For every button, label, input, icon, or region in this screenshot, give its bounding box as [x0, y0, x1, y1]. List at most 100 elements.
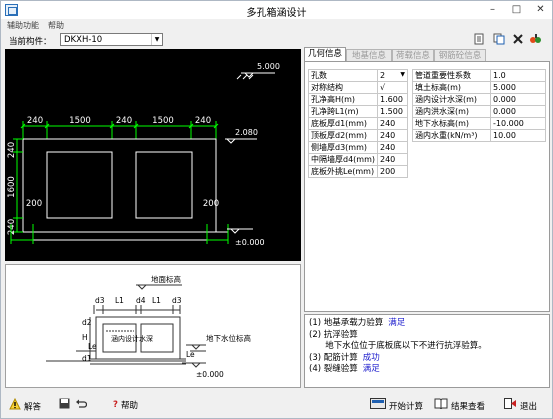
- geo-param-name: 侧墙厚d3(mm): [308, 141, 378, 154]
- geo-param-value-text: 240: [380, 143, 396, 152]
- exit-label: 退出: [520, 402, 538, 412]
- dim-label-d3-left: d3: [95, 296, 105, 305]
- ground-level-label: 地面标高: [151, 274, 181, 284]
- new-file-icon[interactable]: [472, 33, 486, 46]
- dim-label-d4: d4: [136, 296, 146, 305]
- dim-left-2: 240: [7, 219, 17, 235]
- result-line: (2) 抗浮验算: [309, 330, 545, 342]
- calc-results: (1) 地基承载力验算 满足 (2) 抗浮验算 地下水位位于底板底以下不进行抗浮验算…: [304, 314, 550, 388]
- menu-help[interactable]: 帮助: [48, 20, 64, 31]
- answer-button[interactable]: 解答: [9, 397, 41, 413]
- result-text: (4) 裂缝验算: [309, 364, 358, 374]
- box-cell-right: [135, 151, 193, 219]
- save-icon: [59, 398, 70, 415]
- dim-label-d2: d2: [82, 318, 92, 327]
- chevron-down-icon: ▼: [151, 34, 162, 45]
- dim-bottom-0: 200: [26, 199, 42, 209]
- other-param-value[interactable]: 10.00: [490, 129, 546, 142]
- help-icon: ?: [113, 400, 118, 410]
- view-results-button[interactable]: 结果查看: [434, 398, 485, 413]
- geo-param-row: 孔净跨L1(m) 1.500: [308, 105, 408, 118]
- undo-button[interactable]: [75, 398, 90, 413]
- geo-param-row: 底板外挑Le(mm) 200: [308, 165, 408, 178]
- copy-icon[interactable]: [492, 33, 506, 46]
- dim-label-le-right: Le: [186, 350, 195, 359]
- other-param-value[interactable]: 1.0: [490, 69, 546, 82]
- window-title: 多孔箱涵设计: [246, 8, 307, 19]
- close-icon[interactable]: ✕: [534, 3, 547, 16]
- geo-param-value[interactable]: 2 ▼: [377, 69, 408, 82]
- result-status: 成功: [362, 352, 380, 363]
- geo-param-value-text: √: [380, 83, 386, 92]
- start-calc-button[interactable]: 开始计算: [370, 398, 423, 413]
- help-button[interactable]: ? 帮助: [113, 398, 138, 413]
- dim-bottom-1: 200: [203, 199, 219, 209]
- component-select[interactable]: DKXH-10 ▼: [60, 33, 163, 46]
- other-param-value-text: 0.000: [493, 107, 516, 116]
- chevron-down-icon[interactable]: ▼: [400, 71, 405, 78]
- other-param-value[interactable]: 5.000: [490, 81, 546, 94]
- geo-param-value-text: 200: [380, 167, 396, 176]
- inner-water-label: 涵内设计水深: [111, 334, 153, 343]
- result-status: 满足: [388, 318, 406, 328]
- geo-param-name: 中隔墙厚d4(mm): [308, 153, 378, 166]
- other-param-value[interactable]: 0.000: [490, 105, 546, 118]
- delete-icon[interactable]: [511, 33, 525, 46]
- geo-param-name: 孔数: [308, 69, 378, 82]
- other-param-value[interactable]: -10.000: [490, 117, 546, 130]
- component-label: 当前构件：: [9, 37, 52, 47]
- geo-param-row: 孔数 2 ▼: [308, 69, 408, 82]
- result-line: (3) 配筋计算 成功: [309, 353, 545, 365]
- dim-label-d3-right: d3: [172, 296, 182, 305]
- geo-param-value[interactable]: 240: [377, 129, 408, 142]
- geo-param-value[interactable]: 200: [377, 165, 408, 178]
- other-param-row: 填土标高(m) 5.000: [412, 81, 546, 94]
- geo-param-value[interactable]: 1.500: [377, 105, 408, 118]
- geo-param-value-text: 2: [380, 71, 386, 80]
- geo-param-value-text: 1.500: [380, 107, 403, 116]
- other-param-name: 涵内洪水深(m): [412, 105, 491, 118]
- geo-param-value-text: 1.600: [380, 95, 403, 104]
- geo-param-value[interactable]: 240: [377, 153, 408, 166]
- geo-param-value[interactable]: 1.600: [377, 93, 408, 106]
- geo-param-value[interactable]: 240: [377, 141, 408, 154]
- dim-top-1: 1500: [69, 116, 91, 126]
- fill-elevation-marker: 5.000: [236, 62, 280, 80]
- geo-param-name: 孔净跨L1(m): [308, 105, 378, 118]
- maximize-icon[interactable]: □: [510, 3, 523, 16]
- other-param-row: 涵内设计水深(m) 0.000: [412, 93, 546, 106]
- other-param-name: 涵内水重(kN/m³): [412, 129, 491, 142]
- component-value: DKXH-10: [64, 35, 103, 45]
- fill-elevation-text: 5.000: [257, 62, 280, 71]
- geo-param-name: 对称结构: [308, 81, 378, 94]
- geo-param-value-text: 240: [380, 119, 396, 128]
- dim-label-h: H: [82, 333, 88, 342]
- other-param-value-text: 1.0: [493, 71, 506, 80]
- tab-strip: 几何信息 地基信息 荷载信息 钢筋砼信息: [304, 47, 550, 62]
- top-elevation-text: 2.080: [235, 128, 258, 137]
- result-text: (2) 抗浮验算: [309, 329, 358, 340]
- geo-param-row: 孔净高H(m) 1.600: [308, 93, 408, 106]
- section-drawing: 5.000 240 1500 240 1500 240 2.080 240 16…: [5, 49, 301, 261]
- tab-geometry[interactable]: 几何信息: [304, 47, 346, 62]
- schematic-diagram: 地面标高 地下水位标高 涵内设计水深 ±0.000 d3 L1 d4 L1 d3…: [5, 264, 301, 388]
- other-param-value[interactable]: 0.000: [490, 93, 546, 106]
- settings-icon[interactable]: [529, 33, 543, 46]
- base-elevation-marker: ±0.000: [227, 228, 265, 247]
- geo-param-value[interactable]: √: [377, 81, 408, 94]
- result-line: 地下水位位于底板底以下不进行抗浮验算。: [309, 341, 545, 353]
- result-status: 满足: [362, 364, 380, 374]
- result-line: (1) 地基承载力验算 满足: [309, 318, 545, 330]
- minimize-icon[interactable]: –: [486, 3, 499, 16]
- menu-assist[interactable]: 辅助功能: [7, 20, 39, 31]
- geo-param-name: 顶板厚d2(mm): [308, 129, 378, 142]
- exit-button[interactable]: 退出: [504, 398, 537, 413]
- geo-param-value[interactable]: 240: [377, 117, 408, 130]
- titlebar: 多孔箱涵设计 – □ ✕: [1, 1, 552, 19]
- bottom-bar: 解答 ? 帮助 开始计算 结果查看 退出: [1, 393, 552, 418]
- start-calc-label: 开始计算: [389, 402, 424, 412]
- other-param-name: 地下水标高(m): [412, 117, 491, 130]
- box-base-slab: [10, 231, 229, 241]
- save-button[interactable]: [59, 398, 73, 413]
- top-elevation-marker: 2.080: [225, 128, 258, 144]
